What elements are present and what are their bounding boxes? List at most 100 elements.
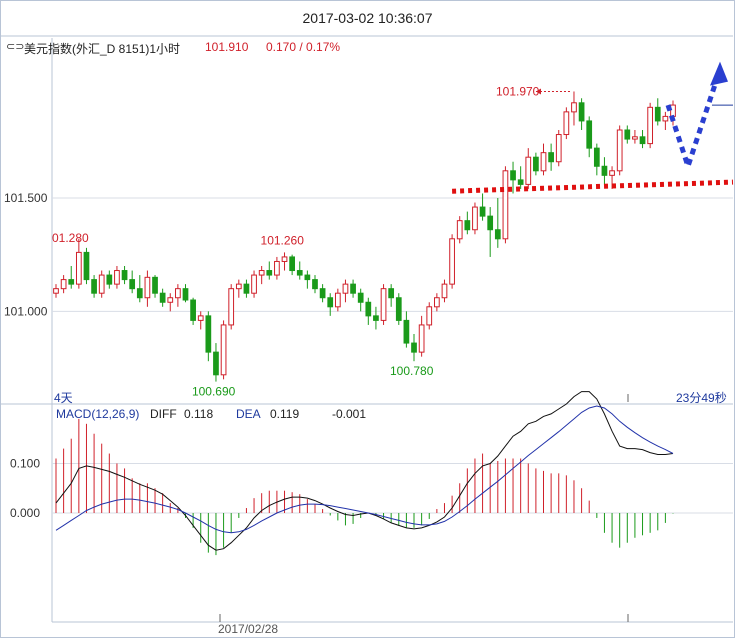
candle-body[interactable] [296,270,303,276]
candle-body[interactable] [129,279,136,290]
candle-body[interactable] [670,104,676,117]
candle-body[interactable] [418,324,425,353]
candle-body[interactable] [487,215,494,231]
candle-body[interactable] [327,297,334,308]
candle-body[interactable] [533,156,539,172]
macd-dea-label: DEA [236,407,261,421]
candle-body[interactable] [624,129,631,140]
candle-body[interactable] [578,102,585,122]
candle-body[interactable] [83,251,90,281]
candle-body[interactable] [555,134,562,163]
candle-body[interactable] [152,276,158,294]
candle-body[interactable] [75,251,82,285]
candle-body[interactable] [586,120,593,149]
candle-body[interactable] [220,324,227,376]
price-change: 0.170 / 0.17% [266,40,341,54]
chart-timestamp: 2017-03-02 10:36:07 [302,10,433,26]
candle-body[interactable] [334,292,341,308]
candle-body[interactable] [106,274,113,285]
candle-body[interactable] [175,288,181,299]
candle-body[interactable] [312,279,318,290]
candle-body[interactable] [464,220,471,231]
candle-body[interactable] [373,315,379,321]
candle-body[interactable] [197,315,204,321]
symbol-label[interactable]: 美元指数(外汇_D 8151)1小时 [24,40,180,57]
candle-body[interactable] [639,136,646,145]
candle-body[interactable] [388,288,395,299]
candle-body[interactable] [159,292,166,303]
date-axis-label: 2017/02/28 [218,622,279,636]
candle-body[interactable] [136,288,143,299]
candle-body[interactable] [365,301,372,317]
candle-body[interactable] [53,288,59,294]
candle-body[interactable] [426,306,433,326]
candle-body[interactable] [114,270,120,285]
candle-body[interactable] [243,283,250,294]
candle-body[interactable] [494,229,501,240]
candle-body[interactable] [441,283,448,299]
candle-body[interactable] [304,274,311,281]
high-annotation: 101.970 [496,84,540,98]
candle-body[interactable] [456,220,463,240]
candle-body[interactable] [571,102,577,113]
candle-body[interactable] [274,260,280,276]
candle-body[interactable] [601,165,608,176]
support-line [452,179,734,194]
candle-body[interactable] [319,288,326,299]
candle-body[interactable] [563,111,570,136]
candle-body[interactable] [434,297,440,308]
candle-body[interactable] [60,279,67,290]
candle-body[interactable] [190,299,196,321]
candle-body[interactable] [647,106,654,145]
candle-body[interactable] [632,136,638,140]
macd-name[interactable]: MACD(12,26,9) [56,407,139,421]
candle-body[interactable] [593,147,600,167]
candle-body[interactable] [616,129,623,172]
candle-body[interactable] [167,297,174,303]
candle-body[interactable] [548,152,554,163]
candle-body[interactable] [472,206,478,231]
candle-body[interactable] [281,256,288,262]
candle-body[interactable] [258,270,265,276]
macd-tick-label: 0.100 [10,456,40,470]
candle-body[interactable] [289,256,295,272]
candle-body[interactable] [357,292,364,303]
macd-diff-label: DIFF [150,407,177,421]
candle-body[interactable] [654,106,661,122]
forecast-arrow [665,74,721,169]
candle-body[interactable] [266,270,273,276]
candle-body[interactable] [213,351,219,376]
candle-body[interactable] [144,276,151,299]
candle-body[interactable] [403,319,410,344]
macd-hist-value: -0.001 [332,407,367,421]
candle-body[interactable] [395,297,402,321]
candle-body[interactable] [182,288,189,301]
low-annotation: 100.690 [192,385,236,399]
candle-body[interactable] [517,179,524,185]
candle-body[interactable] [502,170,509,240]
link-icon[interactable]: ⊂⊃ [6,40,24,53]
candle-body[interactable] [380,288,387,321]
candle-body[interactable] [609,170,615,176]
high-annotation: 01.280 [52,231,89,245]
candle-body[interactable] [91,279,97,294]
candle-body[interactable] [540,152,547,172]
chart-canvas[interactable]: 101.500 101.000 0.100 0.000 01.280 101.260 100… [0,0,735,638]
bar-countdown: 23分49秒 [676,391,727,405]
candle-body[interactable] [411,342,417,353]
candle-body[interactable] [510,170,516,181]
candle-body[interactable] [68,279,75,285]
candle-body[interactable] [235,283,242,290]
candle-body[interactable] [228,288,235,326]
candle-body[interactable] [121,270,128,281]
candle-body[interactable] [525,156,532,185]
candle-body[interactable] [449,238,455,285]
candle-body[interactable] [205,315,212,353]
macd-tick-label: 0.000 [10,506,40,520]
candle-body[interactable] [350,283,356,294]
candle-body[interactable] [98,274,105,294]
candle-body[interactable] [662,115,669,122]
candle-body[interactable] [342,283,349,294]
candle-body[interactable] [251,274,257,294]
candle-body[interactable] [479,206,486,217]
